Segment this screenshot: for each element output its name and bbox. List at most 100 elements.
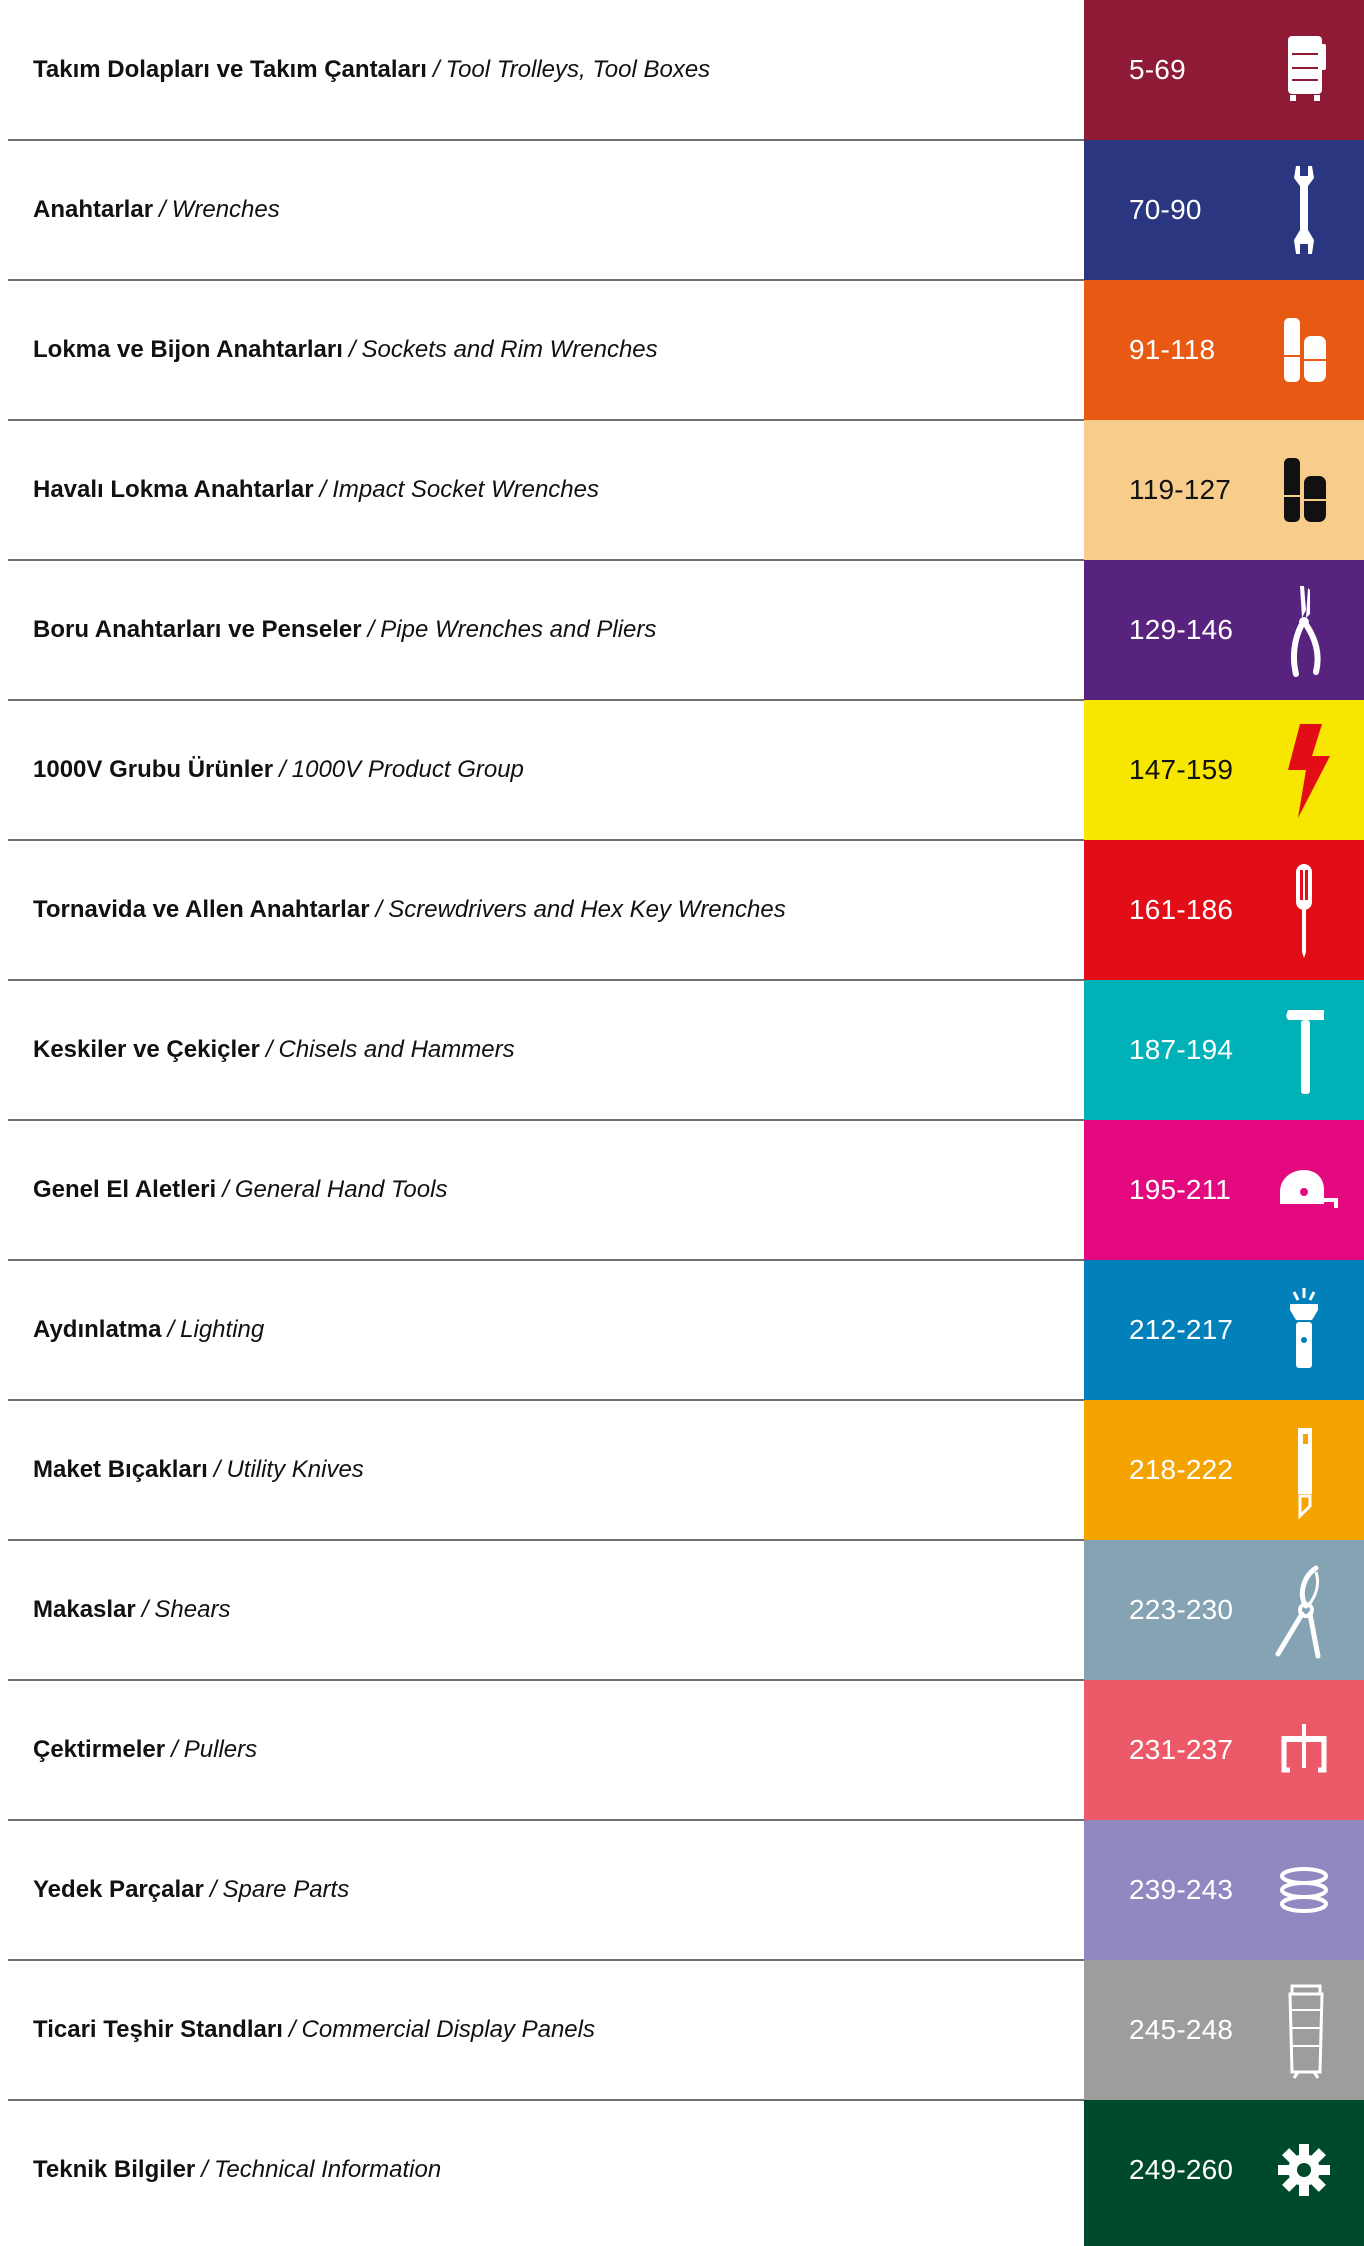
row-title-tr: Çektirmeler [33,1736,166,1763]
page-range-block: 245-248 [1084,1960,1364,2100]
row-label: Tornavida ve Allen Anahtarlar / Screwdrive… [33,840,786,980]
toc-row-lighting[interactable]: Aydınlatma / Lighting 212-217 [0,1260,1364,1401]
row-separator: / [201,2156,208,2183]
page-range-block: 212-217 [1084,1260,1364,1400]
row-label: Maket Bıçakları / Utility Knives [33,1400,364,1540]
row-title-en: General Hand Tools [234,1176,448,1203]
toc-row-general-hand-tools[interactable]: Genel El Aletleri / General Hand Tools 195… [0,1120,1364,1261]
toc-row-wrenches[interactable]: Anahtarlar / Wrenches 70-90 [0,140,1364,281]
toc-row-screwdrivers[interactable]: Tornavida ve Allen Anahtarlar / Screwdrive… [0,840,1364,981]
row-separator: / [213,1456,221,1483]
toc-row-shears[interactable]: Makaslar / Shears 223-230 [0,1540,1364,1681]
row-title-tr: 1000V Grubu Ürünler [33,756,274,783]
puller-icon [1254,1700,1354,1800]
row-title-en: 1000V Product Group [291,756,524,783]
page-range-block: 187-194 [1084,980,1364,1120]
row-title-en: Impact Socket Wrenches [332,476,599,503]
row-title-tr: Havalı Lokma Anahtarlar [33,476,314,503]
page-range: 129-146 [1129,614,1234,645]
row-title-en: Pipe Wrenches and Pliers [380,616,657,643]
row-title-tr: Tornavida ve Allen Anahtarlar [33,896,370,923]
page-range-block: 70-90 [1084,140,1364,280]
row-separator: / [288,2016,296,2043]
toc-row-tool-trolleys[interactable]: Takım Dolapları ve Takım Çantaları / Tool … [0,0,1364,141]
row-label: 1000V Grubu Ürünler/1000V Product Group [33,700,524,840]
page-range: 187-194 [1129,1034,1234,1065]
screwdriver-icon [1254,860,1354,960]
page-range: 223-230 [1129,1594,1234,1625]
page-range: 231-237 [1129,1734,1234,1765]
page-range: 212-217 [1129,1314,1234,1345]
row-label: Çektirmeler / Pullers [33,1680,257,1820]
row-separator: / [367,616,375,643]
toc-row-pullers[interactable]: Çektirmeler / Pullers 231-237 [0,1680,1364,1821]
row-title-tr: Makaslar [33,1596,136,1623]
row-title-en: Shears [154,1596,231,1623]
row-separator: / [167,1316,175,1343]
row-separator: / [159,196,166,223]
page-range-block: 91-118 [1084,280,1364,420]
toc-row-pliers[interactable]: Boru Anahtarları ve Penseler / Pipe Wrench… [0,560,1364,701]
row-label: Anahtarlar / Wrenches [33,140,280,280]
row-title-tr: Aydınlatma [33,1316,162,1343]
page-range-block: 5-69 [1084,0,1364,140]
row-title-tr: Lokma ve Bijon Anahtarları [33,336,343,363]
toc-row-display-panels[interactable]: Ticari Teşhir Standları / Commercial Displ… [0,1960,1364,2101]
hammer-icon [1254,1000,1354,1100]
sockets-icon [1254,300,1354,400]
row-label: Keskiler ve Çekiçler / Chisels and Hammers [33,980,515,1120]
row-label: Teknik Bilgiler / Technical Information [33,2100,441,2240]
toc-row-impact-sockets[interactable]: Havalı Lokma Anahtarlar / Impact Socket Wr… [0,420,1364,561]
row-label: Ticari Teşhir Standları / Commercial Displ… [33,1960,595,2100]
page-range-block: 161-186 [1084,840,1364,980]
row-title-en: Screwdrivers and Hex Key Wrenches [388,896,786,923]
row-title-tr: Yedek Parçalar [33,1876,204,1903]
page-range: 5-69 [1129,54,1186,85]
pliers-icon [1254,580,1354,680]
page-range-block: 223-230 [1084,1540,1364,1680]
row-label: Genel El Aletleri / General Hand Tools [33,1120,447,1260]
display-stand-icon [1254,1980,1354,2080]
row-label: Boru Anahtarları ve Penseler / Pipe Wrench… [33,560,656,700]
row-label: Aydınlatma / Lighting [33,1260,264,1400]
row-label: Havalı Lokma Anahtarlar / Impact Socket Wr… [33,420,599,560]
row-label: Lokma ve Bijon Anahtarları / Sockets and R… [33,280,658,420]
row-separator: / [222,1176,229,1203]
row-title-en: Chisels and Hammers [278,1036,515,1063]
catalog-table-of-contents: Takım Dolapları ve Takım Çantaları / Tool … [0,0,1364,2246]
page-range: 119-127 [1129,474,1232,505]
page-range-block: 249-260 [1084,2100,1364,2246]
toc-row-sockets[interactable]: Lokma ve Bijon Anahtarları / Sockets and R… [0,280,1364,421]
page-range-block: 218-222 [1084,1400,1364,1540]
utility-knife-icon [1254,1420,1354,1520]
spring-icon [1254,1840,1354,1940]
toc-row-spare-parts[interactable]: Yedek Parçalar / Spare Parts 239-243 [0,1820,1364,1961]
page-range: 245-248 [1129,2014,1234,2045]
toc-row-technical-info[interactable]: Teknik Bilgiler / Technical Information 24… [0,2100,1364,2246]
row-title-tr: Genel El Aletleri [33,1176,217,1203]
row-title-tr: Teknik Bilgiler [33,2156,196,2183]
row-title-tr: Keskiler ve Çekiçler [33,1036,260,1063]
row-title-tr: Ticari Teşhir Standları [33,2016,283,2043]
tape-measure-icon [1254,1140,1354,1240]
page-range-block: 239-243 [1084,1820,1364,1960]
row-title-en: Sockets and Rim Wrenches [361,336,658,363]
row-separator: / [319,476,327,503]
toc-row-hammers[interactable]: Keskiler ve Çekiçler / Chisels and Hammers… [0,980,1364,1121]
page-range: 161-186 [1129,894,1234,925]
page-range: 70-90 [1129,194,1202,225]
toc-row-utility-knives[interactable]: Maket Bıçakları / Utility Knives 218-222 [0,1400,1364,1541]
row-title-en: Technical Information [213,2156,442,2183]
row-separator: / [141,1596,149,1623]
page-range: 147-159 [1129,754,1234,785]
row-label: Makaslar / Shears [33,1540,230,1680]
page-range-block: 147-159 [1084,700,1364,840]
page-range: 239-243 [1129,1874,1234,1905]
row-title-tr: Anahtarlar [33,196,154,223]
row-title-tr: Takım Dolapları ve Takım Çantaları [33,56,427,83]
row-title-en: Pullers [183,1736,258,1763]
row-label: Yedek Parçalar / Spare Parts [33,1820,349,1960]
toc-row-1000v[interactable]: 1000V Grubu Ürünler/1000V Product Group … [0,700,1364,841]
row-separator: / [432,56,440,83]
page-range-block: 119-127 [1084,420,1364,560]
